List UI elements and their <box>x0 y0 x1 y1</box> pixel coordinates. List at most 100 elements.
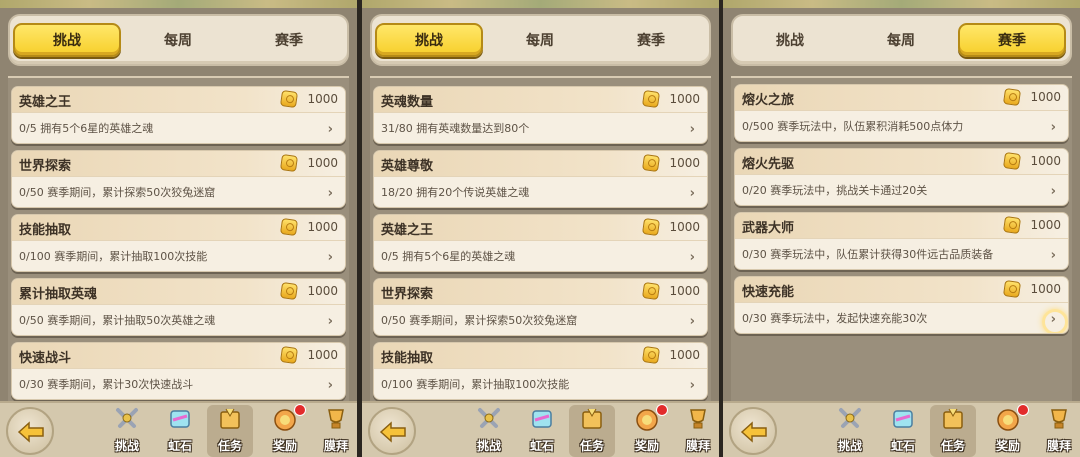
nav-worship[interactable]: 膜拜 <box>1036 405 1080 457</box>
task-description: 0/100 赛季期间，累计抽取100次技能 <box>19 250 208 263</box>
task-title: 英魂数量 <box>381 95 434 110</box>
chevron-right-icon[interactable]: › <box>690 123 695 136</box>
reward-value: 1000 <box>307 348 338 362</box>
nav-label: 挑战 <box>476 439 501 453</box>
nav-label: 膜拜 <box>323 439 348 453</box>
back-button[interactable] <box>6 407 54 455</box>
bottom-nav: 挑战 虹石 任务 奖励 膜拜 <box>0 401 357 457</box>
tab-season[interactable]: 赛季 <box>597 23 705 57</box>
chevron-right-icon[interactable]: › <box>1051 185 1056 198</box>
gold-coin-icon <box>641 153 661 173</box>
crossed-swords-icon <box>839 408 861 428</box>
task-card[interactable]: 英雄之王 1000 0/5 拥有5个6星的英雄之魂 › <box>373 214 708 272</box>
task-description: 0/20 赛季玩法中，挑战关卡通过20关 <box>742 184 928 197</box>
nav-challenge[interactable]: 挑战 <box>827 405 873 457</box>
back-arrow-icon <box>740 421 767 443</box>
quest-scroll-icon <box>220 408 240 429</box>
nav-rainbow-gem[interactable]: 虹石 <box>157 405 203 457</box>
chevron-right-icon[interactable]: › <box>328 379 333 392</box>
reward-value: 1000 <box>669 284 700 298</box>
chevron-right-icon[interactable]: › <box>690 379 695 392</box>
back-button[interactable] <box>729 407 777 455</box>
nav-label: 奖励 <box>634 439 659 453</box>
nav-label: 奖励 <box>995 439 1020 453</box>
gold-coin-icon <box>1002 87 1022 107</box>
task-card[interactable]: 技能抽取 1000 0/100 赛季期间，累计抽取100次技能 › <box>373 342 708 400</box>
chevron-right-icon[interactable]: › <box>690 187 695 200</box>
quest-scroll-icon <box>943 408 963 429</box>
task-description: 0/5 拥有5个6星的英雄之魂 <box>381 250 516 263</box>
reward-value: 1000 <box>669 348 700 362</box>
nav-quest[interactable]: 任务 <box>930 405 976 457</box>
nav-label: 挑战 <box>837 439 862 453</box>
reward-value: 1000 <box>669 156 700 170</box>
chevron-right-icon[interactable]: › <box>690 315 695 328</box>
chevron-right-icon[interactable]: › <box>328 187 333 200</box>
gold-coin-icon <box>641 345 661 365</box>
task-card[interactable]: 英雄尊敬 1000 18/20 拥有20个传说英雄之魂 › <box>373 150 708 208</box>
nav-challenge[interactable]: 挑战 <box>466 405 512 457</box>
nav-reward[interactable]: 奖励 <box>262 404 308 457</box>
reward-value: 1000 <box>669 220 700 234</box>
quest-scroll-icon <box>582 408 602 429</box>
task-card[interactable]: 熔火先驱 1000 0/20 赛季玩法中，挑战关卡通过20关 › <box>734 148 1069 206</box>
tab-weekly[interactable]: 每周 <box>847 23 955 57</box>
chevron-right-icon[interactable]: › <box>328 315 333 328</box>
task-card[interactable]: 英魂数量 1000 31/80 拥有英魂数量达到80个 › <box>373 86 708 144</box>
gold-coin-icon <box>279 153 299 173</box>
nav-rainbow-gem[interactable]: 虹石 <box>880 405 926 457</box>
reward-value: 1000 <box>1030 154 1061 168</box>
task-card[interactable]: 熔火之旅 1000 0/500 赛季玩法中，队伍累积消耗500点体力 › <box>734 84 1069 142</box>
tab-challenge[interactable]: 挑战 <box>13 23 121 57</box>
task-title: 武器大师 <box>742 221 795 236</box>
task-card[interactable]: 快速战斗 1000 0/30 赛季期间，累计30次快速战斗 › <box>11 342 346 400</box>
nav-reward[interactable]: 奖励 <box>985 404 1031 457</box>
tab-challenge[interactable]: 挑战 <box>736 23 844 57</box>
task-card[interactable]: 世界探索 1000 0/50 赛季期间，累计探索50次狡兔迷窟 › <box>11 150 346 208</box>
tab-bar: 挑战 每周 赛季 <box>731 14 1072 66</box>
task-card[interactable]: 武器大师 1000 0/30 赛季玩法中，队伍累计获得30件远古品质装备 › <box>734 212 1069 270</box>
back-button[interactable] <box>368 407 416 455</box>
nav-quest[interactable]: 任务 <box>207 405 253 457</box>
task-description: 0/5 拥有5个6星的英雄之魂 <box>19 122 154 135</box>
chevron-right-icon[interactable]: › <box>690 251 695 264</box>
nav-label: 奖励 <box>272 439 297 453</box>
gold-coin-icon <box>279 217 299 237</box>
task-card[interactable]: 世界探索 1000 0/50 赛季期间，累计探索50次狡兔迷窟 › <box>373 278 708 336</box>
task-description: 31/80 拥有英魂数量达到80个 <box>381 122 530 135</box>
task-title: 英雄尊敬 <box>381 159 434 174</box>
chevron-right-icon[interactable]: › <box>328 123 333 136</box>
task-card[interactable]: 快速充能 1000 0/30 赛季玩法中，发起快速充能30次 › <box>734 276 1069 334</box>
tab-challenge[interactable]: 挑战 <box>375 23 483 57</box>
task-card[interactable]: 技能抽取 1000 0/100 赛季期间，累计抽取100次技能 › <box>11 214 346 272</box>
tab-season[interactable]: 赛季 <box>958 23 1066 57</box>
tab-weekly[interactable]: 每周 <box>486 23 594 57</box>
nav-worship[interactable]: 膜拜 <box>313 405 357 457</box>
task-title: 技能抽取 <box>19 223 72 238</box>
nav-rainbow-gem[interactable]: 虹石 <box>519 405 565 457</box>
nav-label: 虹石 <box>167 439 192 453</box>
nav-label: 任务 <box>940 439 965 453</box>
chevron-right-icon[interactable]: › <box>328 251 333 264</box>
task-title: 英雄之王 <box>381 223 434 238</box>
nav-challenge[interactable]: 挑战 <box>104 405 150 457</box>
task-list: 熔火之旅 1000 0/500 赛季玩法中，队伍累积消耗500点体力 › 熔火先… <box>731 76 1072 401</box>
tab-weekly[interactable]: 每周 <box>124 23 232 57</box>
rainbow-gem-icon <box>532 410 552 428</box>
back-arrow-icon <box>379 421 406 443</box>
task-title: 技能抽取 <box>381 351 434 366</box>
nav-quest[interactable]: 任务 <box>569 405 615 457</box>
tab-season[interactable]: 赛季 <box>235 23 343 57</box>
task-list: 英雄之王 1000 0/5 拥有5个6星的英雄之魂 › 世界探索 1000 0/… <box>8 76 349 401</box>
task-card[interactable]: 英雄之王 1000 0/5 拥有5个6星的英雄之魂 › <box>11 86 346 144</box>
chevron-right-icon[interactable]: › <box>1051 249 1056 262</box>
nav-label: 虹石 <box>529 439 554 453</box>
nav-worship[interactable]: 膜拜 <box>675 405 719 457</box>
chevron-right-icon[interactable]: › <box>1051 121 1056 134</box>
task-title: 快速充能 <box>742 285 795 300</box>
nav-reward[interactable]: 奖励 <box>624 404 670 457</box>
gold-coin-icon <box>279 281 299 301</box>
task-description: 0/30 赛季玩法中，发起快速充能30次 <box>742 312 928 325</box>
task-card[interactable]: 累计抽取英魂 1000 0/50 赛季期间，累计抽取50次英雄之魂 › <box>11 278 346 336</box>
reward-value: 1000 <box>307 220 338 234</box>
